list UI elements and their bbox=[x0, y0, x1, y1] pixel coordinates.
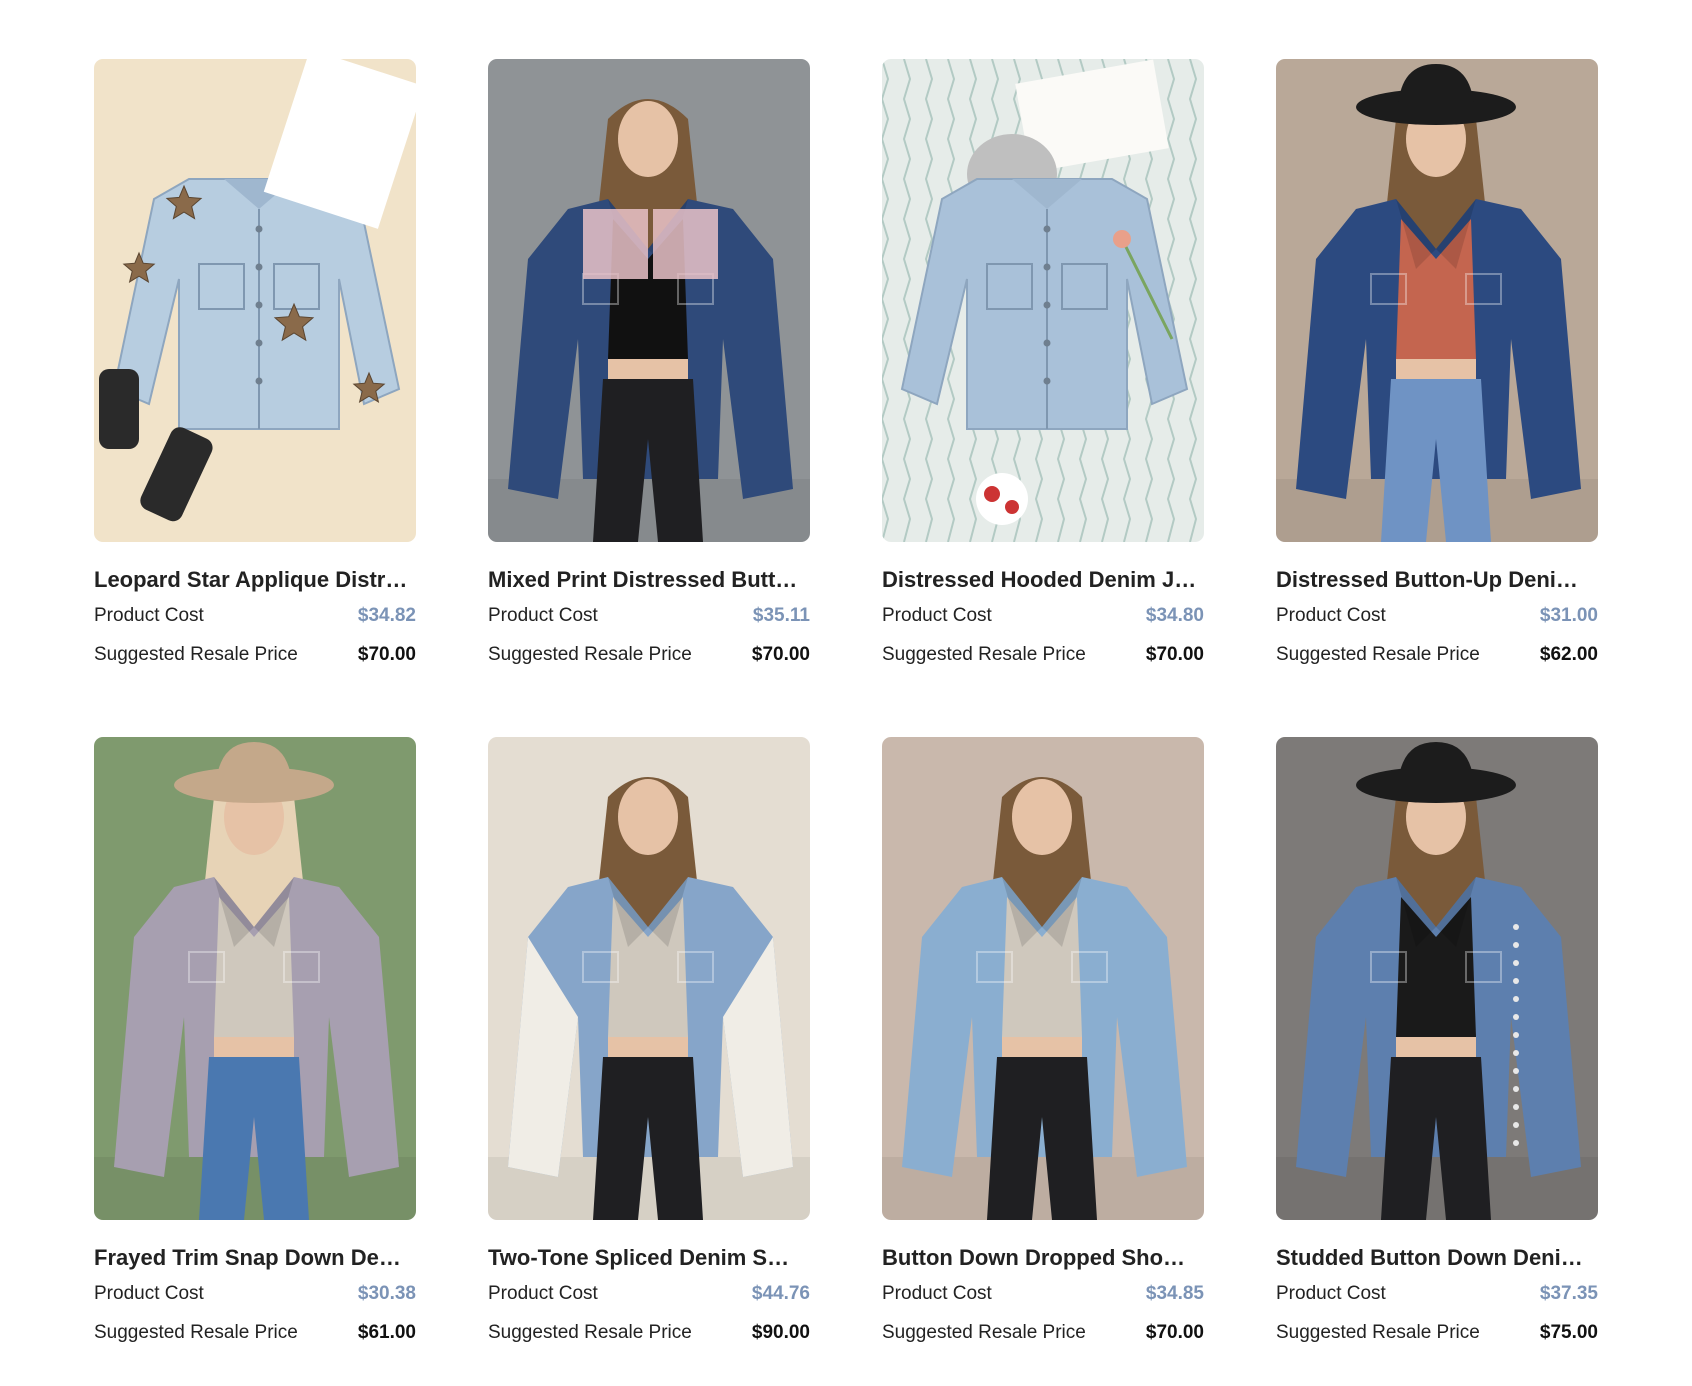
resale-price-row: Suggested Resale Price $62.00 bbox=[1276, 643, 1598, 667]
resale-price-label: Suggested Resale Price bbox=[488, 1322, 692, 1343]
product-image[interactable] bbox=[94, 737, 416, 1220]
product-title[interactable]: Leopard Star Applique Distr… bbox=[94, 567, 416, 593]
product-card[interactable]: Mixed Print Distressed Butt… Product Cos… bbox=[488, 59, 810, 667]
resale-price-value: $75.00 bbox=[1539, 1322, 1598, 1343]
product-cost-value: $35.11 bbox=[752, 605, 810, 626]
product-photo bbox=[882, 59, 1204, 542]
resale-price-row: Suggested Resale Price $70.00 bbox=[94, 643, 416, 667]
product-title[interactable]: Studded Button Down Deni… bbox=[1276, 1245, 1598, 1271]
product-image[interactable] bbox=[882, 737, 1204, 1220]
product-image[interactable] bbox=[1276, 59, 1598, 542]
product-cost-row: Product Cost $31.00 bbox=[1276, 604, 1598, 628]
product-image[interactable] bbox=[1276, 737, 1598, 1220]
product-cost-value: $30.38 bbox=[357, 1283, 416, 1304]
resale-price-label: Suggested Resale Price bbox=[1276, 1322, 1480, 1343]
resale-price-value: $70.00 bbox=[1145, 1322, 1204, 1343]
product-cost-label: Product Cost bbox=[1276, 605, 1386, 626]
product-title[interactable]: Distressed Button-Up Deni… bbox=[1276, 567, 1598, 593]
resale-price-value: $70.00 bbox=[357, 644, 416, 665]
product-cost-label: Product Cost bbox=[488, 1283, 598, 1304]
product-card[interactable]: Studded Button Down Deni… Product Cost $… bbox=[1276, 737, 1598, 1345]
product-photo bbox=[94, 59, 416, 542]
product-card[interactable]: Frayed Trim Snap Down De… Product Cost $… bbox=[94, 737, 416, 1345]
product-cost-row: Product Cost $37.35 bbox=[1276, 1282, 1598, 1306]
product-cost-row: Product Cost $34.82 bbox=[94, 604, 416, 628]
product-card[interactable]: Button Down Dropped Sho… Product Cost $3… bbox=[882, 737, 1204, 1345]
product-title[interactable]: Distressed Hooded Denim J… bbox=[882, 567, 1204, 593]
product-cost-row: Product Cost $34.85 bbox=[882, 1282, 1204, 1306]
product-cost-label: Product Cost bbox=[882, 1283, 992, 1304]
product-cost-value: $34.85 bbox=[1145, 1283, 1204, 1304]
product-title[interactable]: Two-Tone Spliced Denim S… bbox=[488, 1245, 810, 1271]
product-image[interactable] bbox=[488, 737, 810, 1220]
product-cost-label: Product Cost bbox=[94, 1283, 204, 1304]
product-photo bbox=[94, 737, 416, 1220]
resale-price-row: Suggested Resale Price $70.00 bbox=[488, 643, 810, 667]
product-cost-row: Product Cost $44.76 bbox=[488, 1282, 810, 1306]
resale-price-value: $70.00 bbox=[751, 644, 810, 665]
product-cost-row: Product Cost $30.38 bbox=[94, 1282, 416, 1306]
product-image[interactable] bbox=[94, 59, 416, 542]
product-photo bbox=[1276, 59, 1598, 542]
product-image[interactable] bbox=[488, 59, 810, 542]
resale-price-row: Suggested Resale Price $70.00 bbox=[882, 643, 1204, 667]
product-photo bbox=[488, 59, 810, 542]
product-cost-row: Product Cost $35.11 bbox=[488, 604, 810, 628]
resale-price-row: Suggested Resale Price $61.00 bbox=[94, 1321, 416, 1345]
product-cost-row: Product Cost $34.80 bbox=[882, 604, 1204, 628]
product-cost-label: Product Cost bbox=[94, 605, 204, 626]
resale-price-row: Suggested Resale Price $70.00 bbox=[882, 1321, 1204, 1345]
resale-price-value: $90.00 bbox=[751, 1322, 810, 1343]
product-title[interactable]: Frayed Trim Snap Down De… bbox=[94, 1245, 416, 1271]
resale-price-value: $61.00 bbox=[357, 1322, 416, 1343]
product-card[interactable]: Distressed Button-Up Deni… Product Cost … bbox=[1276, 59, 1598, 667]
resale-price-label: Suggested Resale Price bbox=[488, 644, 692, 665]
product-cost-label: Product Cost bbox=[1276, 1283, 1386, 1304]
product-title[interactable]: Button Down Dropped Sho… bbox=[882, 1245, 1204, 1271]
resale-price-label: Suggested Resale Price bbox=[1276, 644, 1480, 665]
resale-price-row: Suggested Resale Price $90.00 bbox=[488, 1321, 810, 1345]
resale-price-value: $70.00 bbox=[1145, 644, 1204, 665]
product-cost-value: $31.00 bbox=[1539, 605, 1598, 626]
resale-price-label: Suggested Resale Price bbox=[94, 1322, 298, 1343]
product-card[interactable]: Leopard Star Applique Distr… Product Cos… bbox=[94, 59, 416, 667]
product-cost-value: $37.35 bbox=[1539, 1283, 1598, 1304]
product-cost-value: $34.82 bbox=[357, 605, 416, 626]
product-title[interactable]: Mixed Print Distressed Butt… bbox=[488, 567, 810, 593]
product-image[interactable] bbox=[882, 59, 1204, 542]
product-photo bbox=[1276, 737, 1598, 1220]
product-cost-label: Product Cost bbox=[488, 605, 598, 626]
product-card[interactable]: Two-Tone Spliced Denim S… Product Cost $… bbox=[488, 737, 810, 1345]
product-card[interactable]: Distressed Hooded Denim J… Product Cost … bbox=[882, 59, 1204, 667]
resale-price-label: Suggested Resale Price bbox=[882, 1322, 1086, 1343]
product-photo bbox=[488, 737, 810, 1220]
resale-price-value: $62.00 bbox=[1539, 644, 1598, 665]
resale-price-row: Suggested Resale Price $75.00 bbox=[1276, 1321, 1598, 1345]
product-cost-value: $44.76 bbox=[751, 1283, 810, 1304]
product-cost-value: $34.80 bbox=[1145, 605, 1204, 626]
product-photo bbox=[882, 737, 1204, 1220]
resale-price-label: Suggested Resale Price bbox=[882, 644, 1086, 665]
resale-price-label: Suggested Resale Price bbox=[94, 644, 298, 665]
product-grid: Leopard Star Applique Distr… Product Cos… bbox=[94, 59, 1598, 1345]
product-cost-label: Product Cost bbox=[882, 605, 992, 626]
